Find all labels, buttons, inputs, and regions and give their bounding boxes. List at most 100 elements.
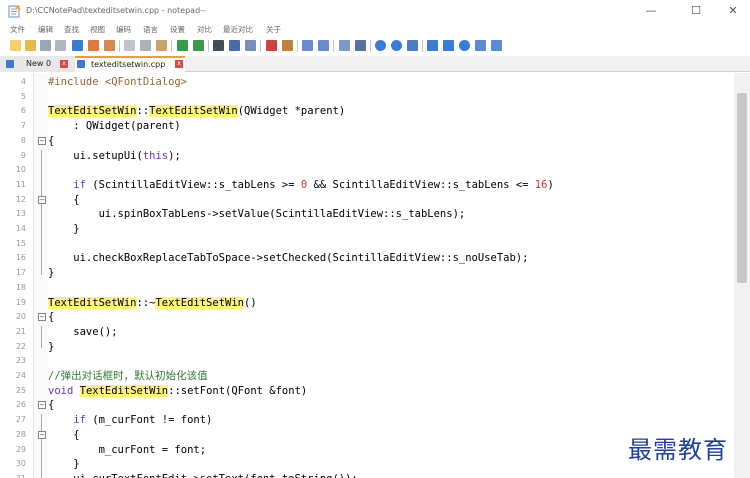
tab-bar: New 0 x texteditsetwin.cpp x xyxy=(0,56,750,72)
copy-icon[interactable] xyxy=(140,40,151,51)
line-number: 10 xyxy=(15,165,26,175)
code-line[interactable]: 21 save(); xyxy=(0,325,734,340)
close-all-icon[interactable] xyxy=(88,40,99,51)
code-text: { xyxy=(48,134,55,147)
code-editor[interactable]: 4 #include <QFontDialog> 5 6 TextEditSetWin:… xyxy=(0,73,750,478)
line-number: 11 xyxy=(15,179,26,189)
code-line[interactable]: 29 m_curFont = font; xyxy=(0,443,734,458)
scrollbar-thumb[interactable] xyxy=(737,93,747,283)
line-number: 5 xyxy=(20,91,26,101)
vertical-scrollbar[interactable] xyxy=(734,73,750,478)
zoom-out-icon[interactable] xyxy=(318,40,329,51)
toolbar-separator xyxy=(370,40,371,52)
goto-line-icon[interactable] xyxy=(245,40,256,51)
code-line[interactable]: 24 //弹出对话框时，默认初始化该值 xyxy=(0,369,734,384)
code-line[interactable]: 23 xyxy=(0,354,734,369)
fold-toggle-icon[interactable]: − xyxy=(38,313,46,322)
menu-view[interactable]: 视图 xyxy=(90,24,105,35)
find-replace-icon[interactable] xyxy=(229,40,240,51)
menu-recent-compare[interactable]: 最近对比 xyxy=(223,24,253,35)
binary-compare-icon[interactable] xyxy=(459,40,470,51)
line-number: 17 xyxy=(15,268,26,278)
maximize-button[interactable]: ☐ xyxy=(676,0,716,22)
code-line[interactable]: 15 xyxy=(0,237,734,252)
menu-compare[interactable]: 对比 xyxy=(197,24,212,35)
file-compare-icon[interactable] xyxy=(427,40,438,51)
convert-icon[interactable] xyxy=(407,40,418,51)
save-icon[interactable] xyxy=(40,40,51,51)
encode-icon[interactable] xyxy=(375,40,386,51)
fold-toggle-icon[interactable]: − xyxy=(38,136,46,145)
code-text: ui.setupUi(this); xyxy=(48,149,181,162)
code-line[interactable]: 7 : QWidget(parent) xyxy=(0,119,734,134)
code-line[interactable]: 26 −{ xyxy=(0,398,734,413)
code-line[interactable]: 12 − { xyxy=(0,193,734,208)
code-text: } xyxy=(48,223,80,235)
code-line[interactable]: 22} xyxy=(0,340,734,355)
code-line[interactable]: 13 ui.spinBoxTabLens->setValue(Scintilla… xyxy=(0,207,734,222)
code-text: save(); xyxy=(48,325,118,338)
code-line[interactable]: 16 ui.checkBoxReplaceTabToSpace->setChec… xyxy=(0,251,734,266)
line-number: 25 xyxy=(15,385,26,395)
tab-new-0[interactable]: New 0 x xyxy=(0,56,75,72)
code-line[interactable]: 8 −{ xyxy=(0,134,734,149)
menu-language[interactable]: 语言 xyxy=(143,24,158,35)
code-line[interactable]: 30 } xyxy=(0,457,734,472)
code-line[interactable]: 10 xyxy=(0,163,734,178)
code-line[interactable]: 18 xyxy=(0,281,734,296)
minimize-button[interactable]: — xyxy=(631,0,671,22)
fold-toggle-icon[interactable]: − xyxy=(38,401,46,410)
clear-mark-icon[interactable] xyxy=(282,40,293,51)
code-line[interactable]: 4 #include <QFontDialog> xyxy=(0,75,734,90)
mark-icon[interactable] xyxy=(266,40,277,51)
menu-edit[interactable]: 编辑 xyxy=(38,24,53,35)
print-icon[interactable] xyxy=(104,40,115,51)
code-line[interactable]: 6 TextEditSetWin::TextEditSetWin(QWidget … xyxy=(0,104,734,119)
menu-about[interactable]: 关于 xyxy=(266,24,281,35)
new-file-icon[interactable] xyxy=(10,40,21,51)
code-line[interactable]: 17} xyxy=(0,266,734,281)
code-line[interactable]: 11 if (ScintillaEditView::s_tabLens >= 0… xyxy=(0,178,734,193)
comment-icon[interactable] xyxy=(475,40,486,51)
open-file-icon[interactable] xyxy=(25,40,36,51)
code-line[interactable]: 5 xyxy=(0,90,734,105)
menu-file[interactable]: 文件 xyxy=(10,24,25,35)
code-line[interactable]: 31 ui.curTextFontEdit->setText(font.toSt… xyxy=(0,472,734,478)
fold-toggle-icon[interactable]: − xyxy=(38,195,46,204)
code-line[interactable]: 9 ui.setupUi(this); xyxy=(0,149,734,164)
save-all-icon[interactable] xyxy=(55,40,66,51)
tab-close-icon[interactable]: x xyxy=(60,60,68,68)
fold-toggle-icon[interactable]: − xyxy=(38,430,46,439)
paste-icon[interactable] xyxy=(156,40,167,51)
decode-icon[interactable] xyxy=(391,40,402,51)
dir-compare-icon[interactable] xyxy=(443,40,454,51)
code-line[interactable]: 20 −{ xyxy=(0,310,734,325)
code-line[interactable]: 19 TextEditSetWin::~TextEditSetWin() xyxy=(0,296,734,311)
redo-icon[interactable] xyxy=(193,40,204,51)
toolbar-separator xyxy=(333,40,334,52)
show-symbols-icon[interactable] xyxy=(355,40,366,51)
tab-label: New 0 xyxy=(26,59,52,68)
tab-texteditsetwin[interactable]: texteditsetwin.cpp x xyxy=(75,56,185,72)
code-text: ui.curTextFontEdit->setText(font.toStrin… xyxy=(48,472,357,478)
code-text: if (ScintillaEditView::s_tabLens >= 0 &&… xyxy=(73,178,554,191)
close-window-button[interactable]: ✕ xyxy=(713,0,750,22)
menu-settings[interactable]: 设置 xyxy=(170,24,185,35)
code-line[interactable]: 28 − { xyxy=(0,428,734,443)
undo-icon[interactable] xyxy=(177,40,188,51)
menu-find[interactable]: 查找 xyxy=(64,24,79,35)
edit-pen-icon[interactable] xyxy=(491,40,502,51)
word-wrap-icon[interactable] xyxy=(339,40,350,51)
menu-encoding[interactable]: 编码 xyxy=(116,24,131,35)
code-line[interactable]: 27 if (m_curFont != font) xyxy=(0,413,734,428)
zoom-in-icon[interactable] xyxy=(302,40,313,51)
line-number: 22 xyxy=(15,341,26,351)
line-number: 19 xyxy=(15,297,26,307)
window-title: D:\CCNotePad\texteditsetwin.cpp - notepa… xyxy=(26,6,206,15)
find-icon[interactable] xyxy=(213,40,224,51)
code-line[interactable]: 14 } xyxy=(0,222,734,237)
cut-icon[interactable] xyxy=(124,40,135,51)
code-line[interactable]: 25 void TextEditSetWin::setFont(QFont &fo… xyxy=(0,384,734,399)
close-file-icon[interactable] xyxy=(72,40,83,51)
tab-close-icon[interactable]: x xyxy=(175,60,183,68)
